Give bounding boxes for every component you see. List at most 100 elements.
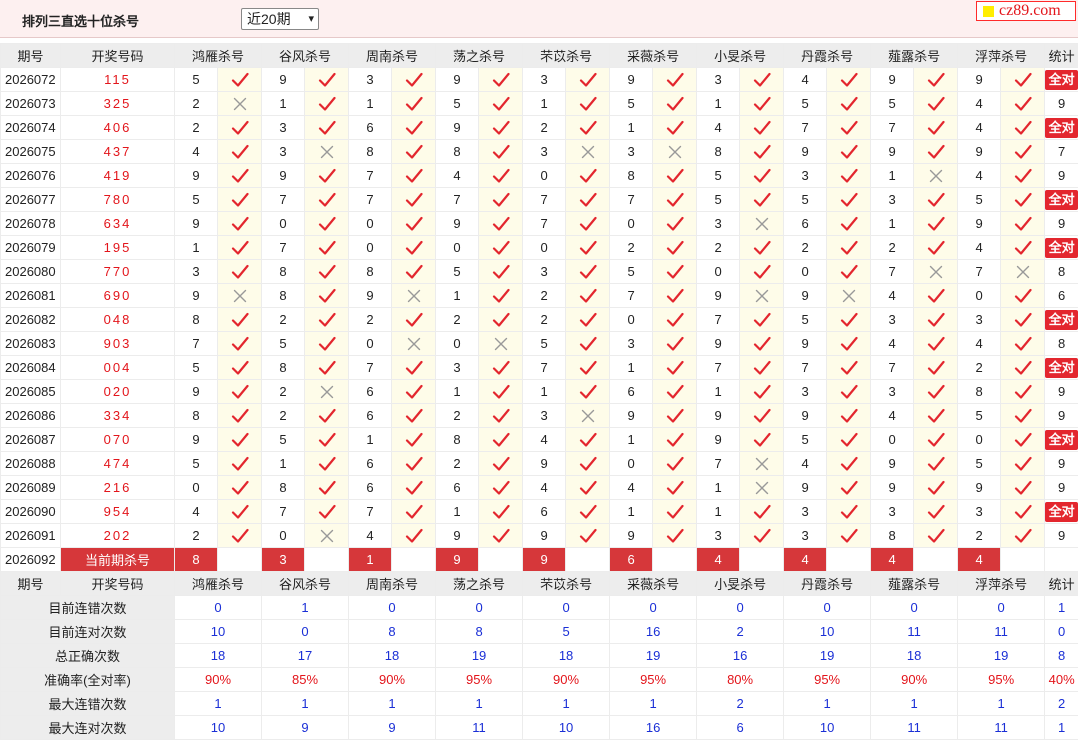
kill-number: 1 [610, 116, 653, 140]
kill-number: 9 [871, 68, 914, 92]
table-row: 20260909544771611333全对 [1, 500, 1078, 524]
check-icon [479, 380, 523, 404]
check-icon [914, 68, 958, 92]
kill-number: 4 [871, 332, 914, 356]
row-total: 全对 [1045, 356, 1078, 380]
check-icon [218, 212, 262, 236]
current-issue: 2026092 [1, 548, 61, 572]
check-icon [392, 68, 436, 92]
kill-number: 5 [871, 92, 914, 116]
check-icon [653, 404, 697, 428]
draw-number: 474 [61, 452, 175, 476]
stats-value: 8 [349, 620, 436, 644]
kill-number: 9 [958, 68, 1001, 92]
column-header-expert: 芣苡杀号 [523, 44, 610, 68]
stats-value: 85% [262, 668, 349, 692]
check-icon [392, 140, 436, 164]
check-icon [1001, 476, 1045, 500]
kill-number: 7 [871, 116, 914, 140]
kill-number: 8 [262, 260, 305, 284]
stats-value: 1 [262, 692, 349, 716]
row-total: 9 [1045, 380, 1078, 404]
cross-icon [914, 260, 958, 284]
check-icon [740, 68, 784, 92]
kill-number: 7 [436, 188, 479, 212]
column-header-expert: 薤露杀号 [871, 572, 958, 596]
check-icon [392, 260, 436, 284]
current-kill-spacer [392, 548, 436, 572]
kill-number: 9 [784, 404, 827, 428]
current-kill-number: 3 [262, 548, 305, 572]
check-icon [566, 284, 610, 308]
draw-number: 004 [61, 356, 175, 380]
check-icon [305, 236, 349, 260]
check-icon [653, 284, 697, 308]
kill-number: 4 [349, 524, 392, 548]
stats-total: 1 [1045, 596, 1078, 620]
check-icon [827, 332, 871, 356]
check-icon [1001, 500, 1045, 524]
kill-number: 2 [175, 116, 218, 140]
all-correct-badge: 全对 [1045, 118, 1078, 138]
stats-value: 0 [958, 596, 1045, 620]
row-total: 7 [1045, 140, 1078, 164]
cross-icon [1001, 260, 1045, 284]
check-icon [218, 452, 262, 476]
kill-number: 9 [610, 68, 653, 92]
kill-number: 1 [436, 500, 479, 524]
kill-number: 7 [697, 356, 740, 380]
stats-value: 90% [523, 668, 610, 692]
kill-number: 2 [871, 236, 914, 260]
stats-value: 11 [958, 716, 1045, 740]
kill-number: 0 [262, 524, 305, 548]
check-icon [827, 140, 871, 164]
table-row: 202608390375005399448 [1, 332, 1078, 356]
table-row: 202608633482623999459 [1, 404, 1078, 428]
kill-number: 3 [958, 500, 1001, 524]
check-icon [392, 188, 436, 212]
kill-number: 2 [175, 92, 218, 116]
check-icon [566, 260, 610, 284]
check-icon [218, 428, 262, 452]
column-header-expert: 鸿雁杀号 [175, 44, 262, 68]
check-icon [1001, 164, 1045, 188]
kill-number: 3 [958, 308, 1001, 332]
check-icon [218, 260, 262, 284]
current-kill-spacer [305, 548, 349, 572]
stats-value: 90% [349, 668, 436, 692]
kill-number: 5 [175, 356, 218, 380]
kill-number: 6 [349, 452, 392, 476]
kill-number: 0 [958, 284, 1001, 308]
check-icon [392, 476, 436, 500]
all-correct-badge: 全对 [1045, 190, 1078, 210]
kill-number: 7 [958, 260, 1001, 284]
check-icon [653, 452, 697, 476]
kill-number: 9 [871, 476, 914, 500]
kill-number: 7 [262, 188, 305, 212]
check-icon [827, 308, 871, 332]
stats-value: 1 [262, 596, 349, 620]
check-icon [653, 236, 697, 260]
check-icon [305, 428, 349, 452]
stats-value: 11 [436, 716, 523, 740]
all-correct-badge: 全对 [1045, 238, 1078, 258]
kill-number: 6 [436, 476, 479, 500]
period-select[interactable]: 近20期 ▾ [241, 8, 319, 30]
stats-value: 80% [697, 668, 784, 692]
check-icon [305, 212, 349, 236]
kill-number: 2 [349, 308, 392, 332]
kill-number: 5 [436, 260, 479, 284]
stats-value: 0 [262, 620, 349, 644]
cross-icon [653, 140, 697, 164]
all-correct-badge: 全对 [1045, 70, 1078, 90]
stats-value: 0 [349, 596, 436, 620]
check-icon [479, 284, 523, 308]
kill-number: 5 [262, 332, 305, 356]
check-icon [1001, 332, 1045, 356]
check-icon [305, 164, 349, 188]
kill-number: 4 [175, 500, 218, 524]
kill-number: 4 [958, 92, 1001, 116]
site-logo[interactable]: cz89.com [976, 1, 1076, 21]
check-icon [566, 212, 610, 236]
check-icon [566, 524, 610, 548]
